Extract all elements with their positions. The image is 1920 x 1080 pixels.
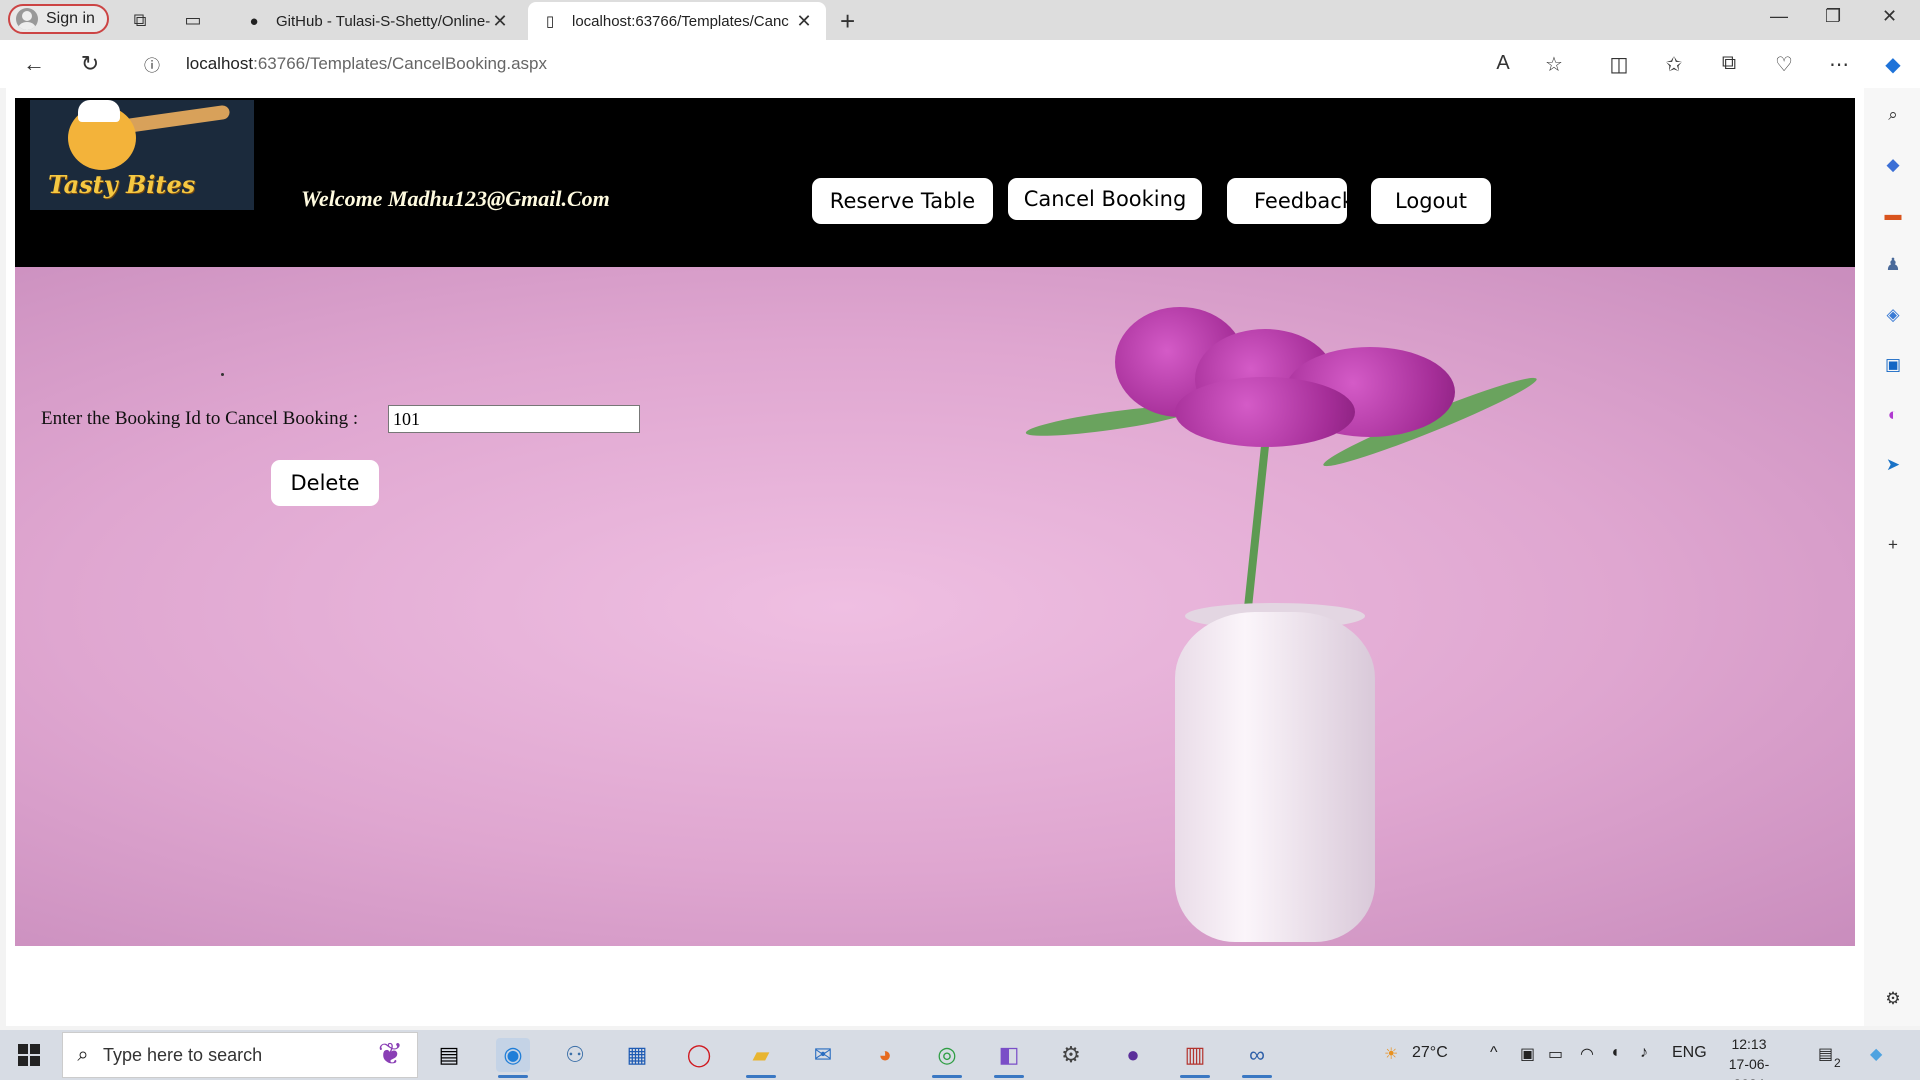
battery-icon[interactable]: ▭ xyxy=(1548,1044,1563,1064)
minimize-button[interactable]: — xyxy=(1770,6,1788,27)
tab-title: localhost:63766/Templates/Canc xyxy=(572,12,789,30)
chef-hat-graphic xyxy=(78,100,120,122)
weather-icon[interactable]: ☀ xyxy=(1384,1044,1398,1064)
browser-essentials-icon[interactable]: ♡ xyxy=(1771,52,1797,77)
chrome-icon[interactable]: ◎ xyxy=(930,1038,964,1078)
clock-date: 17-06-2024 xyxy=(1728,1056,1770,1080)
close-window-button[interactable]: ✕ xyxy=(1882,6,1897,27)
visual-studio-icon[interactable]: ◧ xyxy=(992,1038,1026,1078)
app-icon[interactable]: ∞ xyxy=(1240,1038,1274,1078)
tab-github[interactable]: ● GitHub - Tulasi-S-Shetty/Online- ✕ xyxy=(232,2,522,40)
logout-button[interactable]: Logout xyxy=(1371,178,1491,224)
clock-time: 12:13 xyxy=(1731,1036,1767,1052)
favorite-star-icon[interactable]: ☆ xyxy=(1541,52,1567,77)
cancel-booking-button[interactable]: Cancel Booking xyxy=(1008,178,1202,220)
mail-icon[interactable]: ✉ xyxy=(806,1038,840,1072)
back-button[interactable]: ← xyxy=(20,50,48,78)
butterfly-icon: ❦ xyxy=(377,1038,403,1071)
avatar-icon xyxy=(16,8,38,30)
url-text: localhost:63766/Templates/CancelBooking.… xyxy=(186,54,547,74)
copilot-taskbar-icon[interactable]: ◆ xyxy=(1870,1044,1882,1064)
language-indicator[interactable]: ENG xyxy=(1672,1044,1707,1062)
designer-icon[interactable]: ◐ xyxy=(1882,404,1904,426)
edge-sidebar: ⌕ ◆ ▬ ♟ ◈ ▣ ◐ ➤ + ⚙ xyxy=(1864,88,1920,1026)
booking-id-input[interactable] xyxy=(388,405,640,433)
settings-icon[interactable]: ⚙ xyxy=(1054,1038,1088,1072)
edge-icon[interactable]: ◉ xyxy=(496,1038,530,1078)
volume-icon[interactable]: ♪ xyxy=(1640,1044,1648,1062)
delete-button[interactable]: Delete xyxy=(271,460,379,506)
profile-signin-button[interactable]: Sign in xyxy=(8,4,109,34)
url-host: localhost xyxy=(186,54,254,73)
send-icon[interactable]: ➤ xyxy=(1882,454,1904,476)
booking-id-label: Enter the Booking Id to Cancel Booking : xyxy=(41,408,359,429)
flower-stem-graphic xyxy=(1243,427,1271,617)
vase-graphic xyxy=(1175,612,1375,942)
task-view-icon[interactable]: ▤ xyxy=(432,1038,466,1072)
weather-temp[interactable]: 27°C xyxy=(1412,1044,1448,1062)
read-aloud-icon[interactable]: A xyxy=(1490,52,1516,75)
workspaces-icon[interactable]: ⧉ xyxy=(128,8,152,32)
rolling-pin-graphic xyxy=(121,104,231,134)
page-viewport: Tasty Bites Welcome Madhu123@Gmail.Com R… xyxy=(6,88,1864,1026)
tools-icon[interactable]: ▬ xyxy=(1882,204,1904,226)
restore-button[interactable]: ❐ xyxy=(1825,6,1841,27)
search-icon: ⌕ xyxy=(77,1043,89,1066)
shopping-tag-icon[interactable]: ◆ xyxy=(1882,154,1904,176)
feedback-button[interactable]: Feedback xyxy=(1227,178,1347,224)
tab-actions-icon[interactable]: ▭ xyxy=(181,8,205,32)
tab-title: GitHub - Tulasi-S-Shetty/Online- xyxy=(276,12,490,30)
network-tool-icon[interactable]: ⚇ xyxy=(558,1038,592,1072)
store-icon[interactable]: ▦ xyxy=(620,1038,654,1072)
page-icon: ▯ xyxy=(545,13,555,30)
refresh-button[interactable]: ↻ xyxy=(76,50,104,78)
taskbar-search-box[interactable]: ⌕ Type here to search ❦ xyxy=(62,1032,418,1078)
search-icon[interactable]: ⌕ xyxy=(1882,104,1904,126)
stray-dot xyxy=(221,373,224,376)
file-explorer-icon[interactable]: ▰ xyxy=(744,1038,778,1078)
signin-label: Sign in xyxy=(46,10,95,27)
hero-background: Enter the Booking Id to Cancel Booking :… xyxy=(15,267,1855,946)
speaker-icon[interactable]: ◖ xyxy=(1610,1044,1620,1062)
welcome-message: Welcome Madhu123@Gmail.Com xyxy=(301,186,610,211)
new-tab-button[interactable]: + xyxy=(840,6,855,37)
collections-icon[interactable]: ⧉ xyxy=(1716,52,1742,75)
windows-taskbar: ⌕ Type here to search ❦ ▤ ◉ ⚇ ▦ ◯ ▰ ✉ ◕ … xyxy=(0,1030,1920,1080)
winrar-icon[interactable]: ▥ xyxy=(1178,1038,1212,1078)
reserve-table-button[interactable]: Reserve Table xyxy=(812,178,993,224)
search-placeholder: Type here to search xyxy=(103,1044,263,1065)
network-icon[interactable]: ▣ xyxy=(1520,1044,1535,1064)
notifications-icon[interactable]: ▤ xyxy=(1818,1044,1833,1064)
firefox-icon[interactable]: ◕ xyxy=(868,1038,902,1072)
notification-count: 2 xyxy=(1834,1056,1841,1070)
taskbar-clock[interactable]: 12:13 17-06-2024 xyxy=(1714,1034,1784,1080)
microsoft365-icon[interactable]: ◈ xyxy=(1882,304,1904,326)
tab-cancel-booking[interactable]: ▯ localhost:63766/Templates/Canc ✕ xyxy=(528,2,826,40)
browser-toolbar: ← ↻ ⓘ localhost:63766/Templates/CancelBo… xyxy=(0,40,1920,88)
add-sidebar-app-icon[interactable]: + xyxy=(1882,534,1904,556)
url-path: :63766/Templates/CancelBooking.aspx xyxy=(253,54,548,73)
github-desktop-icon[interactable]: ● xyxy=(1116,1038,1150,1072)
tasty-bites-logo: Tasty Bites xyxy=(30,100,254,210)
sidebar-settings-icon[interactable]: ⚙ xyxy=(1882,988,1904,1010)
split-screen-icon[interactable]: ◫ xyxy=(1606,52,1632,77)
tab-close-icon[interactable]: ✕ xyxy=(490,11,510,32)
windows-start-icon[interactable] xyxy=(18,1044,40,1066)
favorites-icon[interactable]: ✩ xyxy=(1661,52,1687,77)
opera-icon[interactable]: ◯ xyxy=(682,1038,716,1072)
github-icon: ● xyxy=(249,12,259,30)
outlook-icon[interactable]: ▣ xyxy=(1882,354,1904,376)
petal-graphic xyxy=(1175,377,1355,447)
logo-text: Tasty Bites xyxy=(48,170,196,199)
site-header: Tasty Bites Welcome Madhu123@Gmail.Com R… xyxy=(15,98,1855,267)
tab-close-icon[interactable]: ✕ xyxy=(794,11,814,32)
more-menu-icon[interactable]: ⋯ xyxy=(1826,52,1852,77)
browser-tab-strip: Sign in ⧉ ▭ ● GitHub - Tulasi-S-Shetty/O… xyxy=(0,0,1920,40)
site-info-icon[interactable]: ⓘ xyxy=(134,52,170,76)
wifi-icon[interactable]: ◠ xyxy=(1580,1044,1594,1064)
copilot-icon[interactable]: ◆ xyxy=(1880,52,1906,77)
games-icon[interactable]: ♟ xyxy=(1882,254,1904,276)
show-hidden-icons[interactable]: ^ xyxy=(1490,1044,1498,1062)
address-bar[interactable]: ⓘ localhost:63766/Templates/CancelBookin… xyxy=(126,46,1582,82)
